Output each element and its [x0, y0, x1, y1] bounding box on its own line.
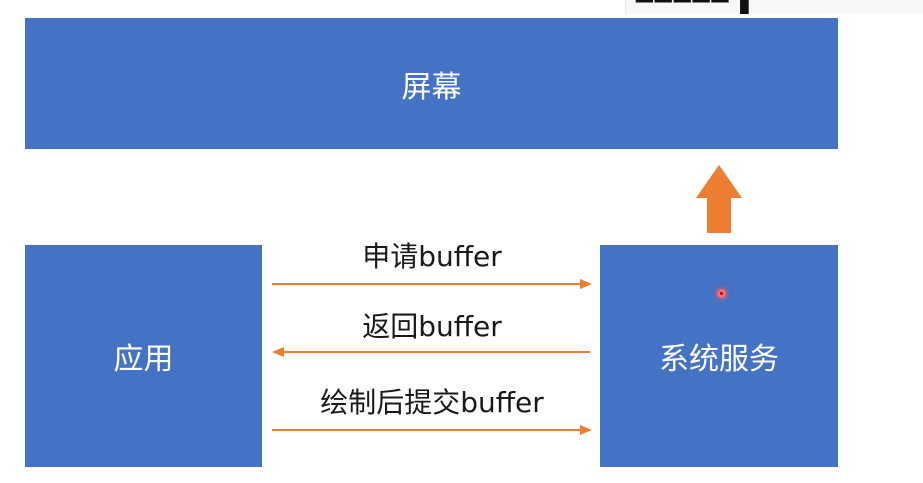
submit-arrow	[272, 425, 592, 435]
request-buffer-label: 申请buffer	[362, 240, 502, 273]
return-buffer-label: 返回buffer	[362, 310, 502, 343]
request-arrow	[272, 279, 592, 289]
app-box: 应用	[25, 245, 262, 467]
screen-label: 屏幕	[401, 69, 462, 105]
pointer-highlight-dot	[717, 289, 726, 298]
submit-buffer-label: 绘制后提交buffer	[320, 386, 544, 419]
system-service-box: 系统服务	[600, 245, 838, 467]
diagram-canvas: ▀▀▀▀▀ ▌ 屏幕 应用 系统服务 申请buffer 返回buffer 绘制后…	[0, 0, 923, 483]
return-arrow	[272, 347, 590, 357]
system-service-label: 系统服务	[659, 342, 779, 377]
up-arrow-to-screen	[696, 165, 742, 233]
screen-box: 屏幕	[25, 18, 838, 149]
app-label: 应用	[113, 342, 174, 377]
cropped-glyphs: ▀▀▀▀▀ ▌	[636, 0, 760, 14]
top-cropped-text-strip: ▀▀▀▀▀ ▌	[625, 0, 923, 14]
